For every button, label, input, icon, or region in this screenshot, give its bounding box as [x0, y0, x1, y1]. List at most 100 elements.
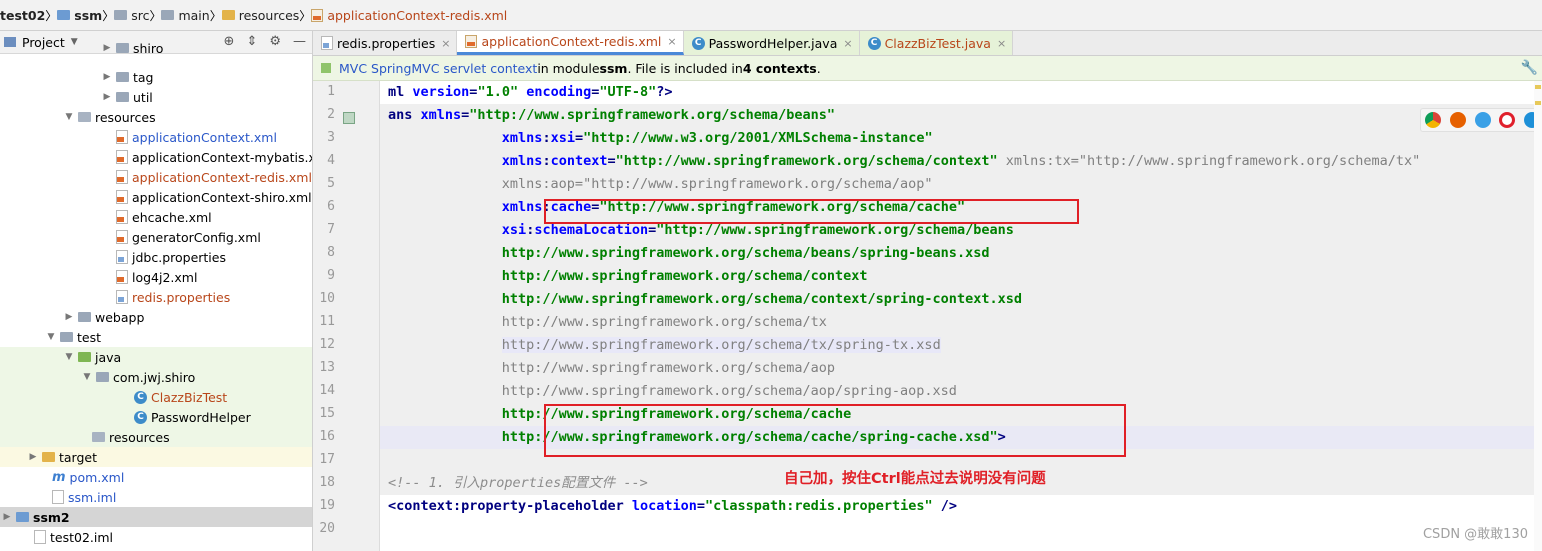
close-icon[interactable]: × [843, 37, 852, 50]
expand-arrow-icon[interactable]: ▶ [101, 72, 113, 82]
tab-passwordhelper-java[interactable]: C PasswordHelper.java × [683, 31, 860, 55]
code-editor[interactable]: 1 2 3 4 5 6 7 8 9 10 11 12 13 14 15 16 17 18 19 20 ml versi… [313, 81, 1542, 551]
tree-item[interactable]: test02.iml [0, 527, 312, 547]
tab-applicationcontext-redis-xml[interactable]: applicationContext-redis.xml × [457, 31, 684, 55]
chrome-icon[interactable] [1425, 112, 1442, 128]
tree-item[interactable]: log4j2.xml [0, 267, 312, 287]
warning-mark[interactable] [1535, 101, 1541, 105]
error-stripe[interactable] [1534, 81, 1542, 551]
expand-arrow-icon[interactable]: ▶ [101, 43, 113, 53]
code-line[interactable]: http://www.springframework.org/schema/ao… [388, 357, 835, 380]
tree-item[interactable]: generatorConfig.xml [0, 227, 312, 247]
breadcrumb-item[interactable]: applicationContext-redis.xml [311, 8, 507, 23]
code-line[interactable]: <context:property-placeholder location="… [388, 495, 957, 518]
tree-item[interactable]: redis.properties [0, 287, 312, 307]
line-number: 13 [319, 360, 335, 375]
tree-item[interactable]: m pom.xml [0, 467, 312, 487]
tab-redis-properties[interactable]: redis.properties × [313, 31, 458, 55]
expand-arrow-icon[interactable]: ▼ [81, 372, 93, 382]
expand-arrow-icon[interactable]: ▶ [1, 512, 13, 522]
expand-arrow-icon[interactable]: ▼ [63, 352, 75, 362]
breadcrumb-item[interactable]: main [161, 8, 210, 23]
code-line[interactable]: xmlns:xsi="http://www.w3.org/2001/XMLSch… [388, 127, 933, 150]
tree-item-label: ssm.iml [68, 489, 117, 505]
tree-item[interactable]: applicationContext.xml [0, 127, 312, 147]
expand-arrow-icon[interactable]: ▶ [101, 92, 113, 102]
expand-arrow-icon[interactable]: ▼ [63, 112, 75, 122]
line-number: 16 [319, 429, 335, 444]
tree-item[interactable]: jdbc.properties [0, 247, 312, 267]
tree-item[interactable]: ssm.iml [0, 487, 312, 507]
code-token: version [412, 84, 470, 100]
code-line[interactable]: http://www.springframework.org/schema/co… [388, 265, 868, 288]
line-number: 19 [319, 498, 335, 513]
code-line[interactable]: http://www.springframework.org/schema/be… [388, 242, 990, 265]
code-token: http://www.springframework.org/schema/tx [388, 314, 827, 330]
close-icon[interactable]: × [441, 37, 450, 50]
close-icon[interactable]: × [667, 35, 676, 48]
tree-item[interactable]: ▼ java [0, 347, 312, 367]
tree-item[interactable]: ▶ util [0, 87, 312, 107]
tree-item[interactable]: applicationContext-shiro.xml [0, 187, 312, 207]
tree-item[interactable]: ▼ test [0, 327, 312, 347]
code-line[interactable]: http://www.springframework.org/schema/ao… [388, 380, 957, 403]
warning-mark[interactable] [1535, 85, 1541, 89]
xml-file-icon [465, 35, 478, 48]
expand-arrow-icon[interactable]: ▶ [27, 452, 39, 462]
code-area[interactable]: ml version="1.0" encoding="UTF-8"?> ans x… [380, 81, 1542, 551]
tab-label: PasswordHelper.java [708, 35, 838, 51]
folder-icon [60, 332, 73, 342]
code-token: http://www.springframework.org/schema/ao… [388, 360, 836, 376]
line-number: 20 [319, 521, 335, 536]
tab-label: ClazzBizTest.java [884, 35, 991, 51]
code-token: ans [388, 107, 421, 123]
breadcrumb-item[interactable]: ssm [57, 8, 102, 23]
tree-item[interactable]: ▼ com.jwj.shiro [0, 367, 312, 387]
bean-gutter-icon[interactable] [343, 112, 355, 124]
line-number: 8 [327, 245, 335, 260]
code-token: : [542, 153, 551, 169]
line-gutter: 1 2 3 4 5 6 7 8 9 10 11 12 13 14 15 16 17 18 19 20 [313, 81, 380, 551]
tree-item[interactable]: applicationContext-redis.xml [0, 167, 312, 187]
tree-item[interactable]: C ClazzBizTest [0, 387, 312, 407]
breadcrumb-item[interactable]: test02 [0, 8, 45, 23]
tree-item[interactable]: ▶ tag [0, 67, 312, 87]
breadcrumb-item[interactable]: resources [221, 8, 299, 23]
code-line[interactable]: ans xmlns="http://www.springframework.or… [388, 104, 835, 127]
code-line[interactable]: ml version="1.0" encoding="UTF-8"?> [388, 81, 673, 104]
code-line[interactable]: http://www.springframework.org/schema/co… [388, 288, 1022, 311]
firefox-icon[interactable] [1449, 112, 1466, 128]
tree-item[interactable]: ▶ target [0, 447, 312, 467]
tree-item[interactable]: ▶ ssm2 [0, 507, 312, 527]
tree-item-label: applicationContext-shiro.xml [132, 189, 312, 205]
expand-arrow-icon[interactable]: ▼ [45, 332, 57, 342]
tree-item[interactable]: ehcache.xml [0, 207, 312, 227]
code-token: "classpath:redis.properties" [705, 498, 933, 514]
tree-item-label: applicationContext-mybatis.xml [132, 149, 313, 165]
code-line[interactable]: http://www.springframework.org/schema/tx… [388, 334, 941, 357]
tree-item[interactable]: C PasswordHelper [0, 407, 312, 427]
context-link[interactable]: MVC SpringMVC servlet context [339, 61, 537, 76]
expand-arrow-icon[interactable]: ▶ [63, 312, 75, 322]
tree-item[interactable]: ▶ webapp [0, 307, 312, 327]
wrench-icon[interactable]: 🔧 [1521, 60, 1538, 76]
code-line[interactable]: http://www.springframework.org/schema/tx [388, 311, 827, 334]
opera-icon[interactable] [1499, 112, 1516, 128]
notice-text-3: . [816, 60, 821, 76]
tree-item[interactable]: ▼ resources [0, 107, 312, 127]
tree-item[interactable]: applicationContext-mybatis.xml [0, 147, 313, 167]
code-line[interactable]: xmlns:aop="http://www.springframework.or… [388, 173, 933, 196]
tree-item[interactable]: ▶ shiro [0, 41, 312, 55]
browser-preview-bar [1420, 108, 1542, 132]
tree-item[interactable]: resources [0, 427, 312, 447]
breadcrumb-label: applicationContext-redis.xml [327, 7, 508, 23]
breadcrumb-item[interactable]: src [114, 8, 149, 23]
breadcrumb-separator: 〉 [149, 8, 162, 23]
close-icon[interactable]: × [997, 37, 1006, 50]
code-line[interactable]: <!-- 1. 引入properties配置文件 --> [388, 472, 648, 495]
code-line[interactable]: xmlns:context="http://www.springframewor… [388, 150, 1420, 173]
code-token: context [550, 153, 608, 169]
safari-icon[interactable] [1474, 112, 1491, 128]
tab-clazzbiztest-java[interactable]: C ClazzBizTest.java × [859, 31, 1014, 55]
